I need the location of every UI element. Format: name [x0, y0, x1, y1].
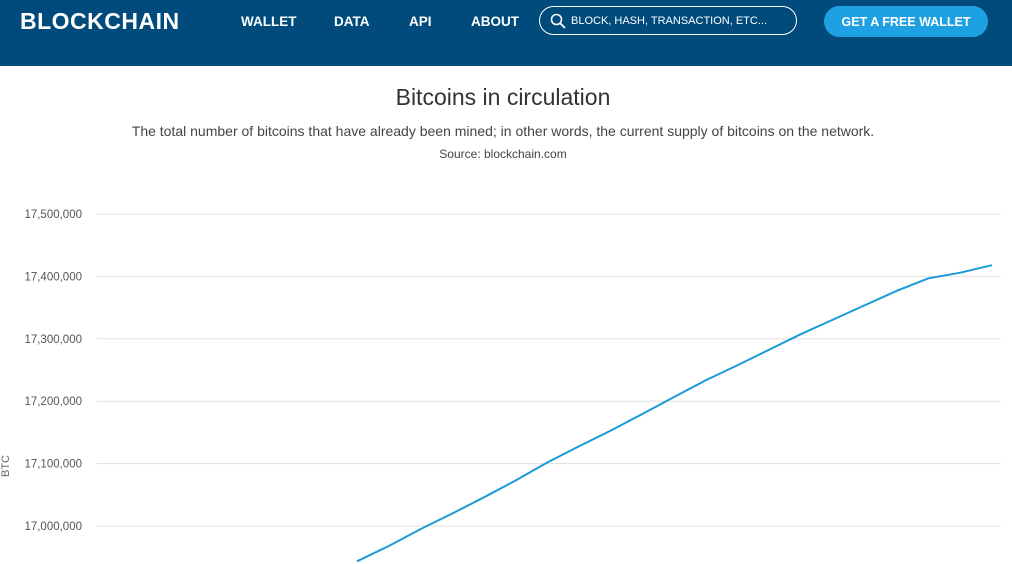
y-axis-label: BTC — [0, 455, 12, 477]
y-tick-label: 17,200,000 — [24, 396, 82, 408]
y-tick-label: 17,400,000 — [24, 271, 82, 283]
y-tick-label: 17,500,000 — [24, 209, 82, 221]
y-tick-label: 17,100,000 — [24, 459, 82, 471]
series-line — [356, 264, 993, 563]
circulation-chart: 17,000,000 17,100,000 17,200,000 17,300,000… — [0, 209, 1001, 563]
y-tick-label: 17,000,000 — [24, 521, 82, 533]
y-tick-label: 17,300,000 — [24, 334, 82, 346]
